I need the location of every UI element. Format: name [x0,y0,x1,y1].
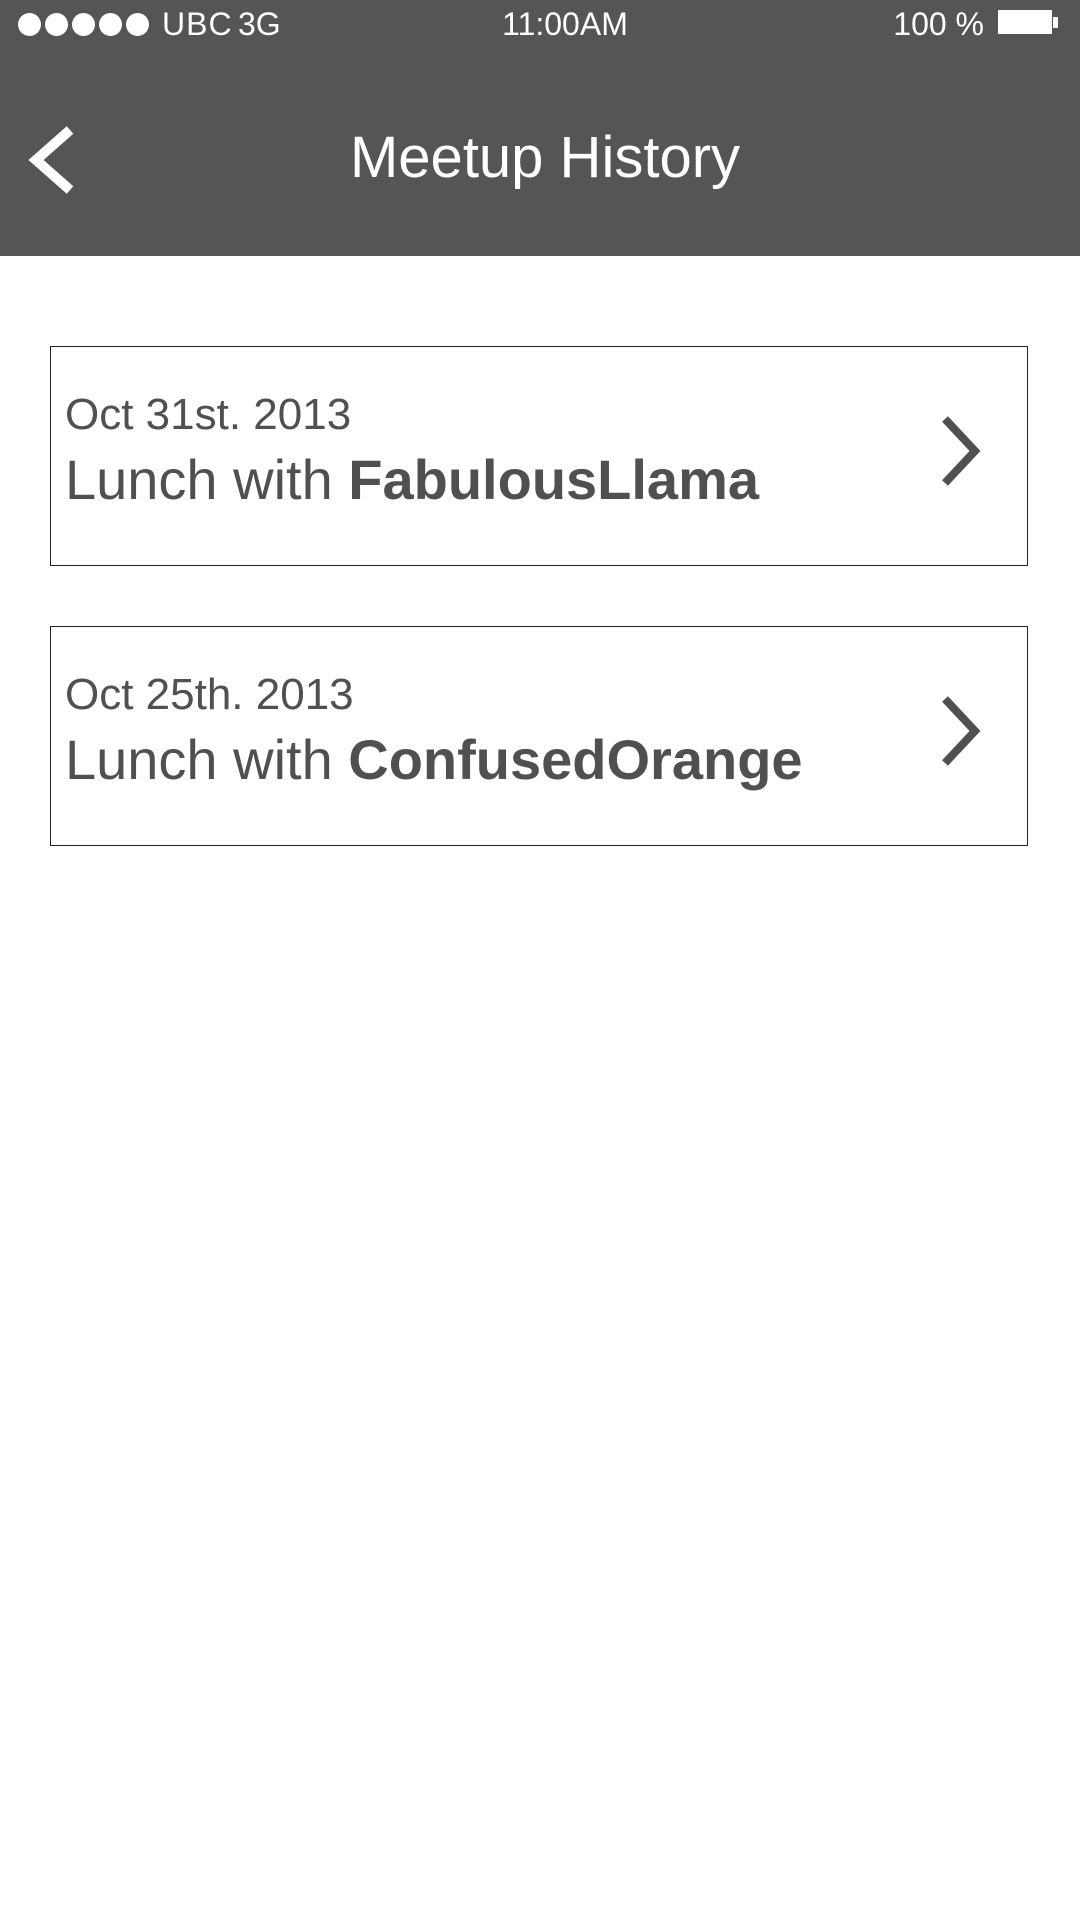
meetup-list-item[interactable]: Oct 25th. 2013 Lunch with ConfusedOrange [50,626,1028,846]
battery-percentage: 100 % [893,6,984,42]
meetup-title: Lunch with ConfusedOrange [65,727,803,793]
meetup-title-prefix: Lunch with [65,448,349,511]
meetup-date: Oct 25th. 2013 [65,670,354,719]
meetup-title: Lunch with FabulousLlama [65,447,759,513]
meetup-list: Oct 31st. 2013 Lunch with FabulousLlama … [50,346,1028,906]
meetup-partner-name: ConfusedOrange [348,728,803,791]
chevron-right-icon [942,416,981,486]
chevron-right-icon [942,696,981,766]
header-bar: UBC 3G 11:00AM 100 % Meetup History [0,0,1080,256]
meetup-partner-name: FabulousLlama [348,448,760,511]
meetup-title-prefix: Lunch with [65,728,349,791]
meetup-list-item[interactable]: Oct 31st. 2013 Lunch with FabulousLlama [50,346,1028,566]
page-title: Meetup History [349,125,741,190]
status-bar: UBC 3G 11:00AM 100 % [0,0,1080,50]
meetup-date: Oct 31st. 2013 [65,390,352,439]
battery-full-icon [998,10,1058,34]
